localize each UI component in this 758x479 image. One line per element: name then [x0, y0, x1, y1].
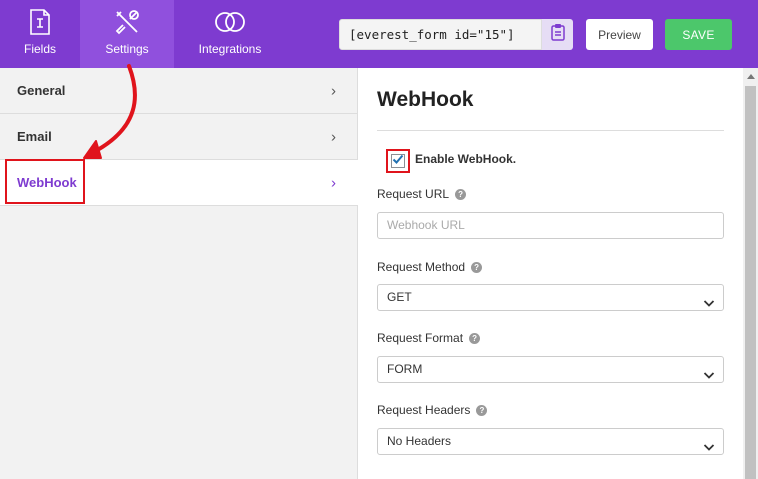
enable-webhook-checkbox[interactable] [391, 154, 405, 168]
scrollbar-thumb[interactable] [745, 86, 756, 479]
save-button[interactable]: SAVE [665, 19, 732, 50]
copy-shortcode-button[interactable] [542, 19, 573, 50]
request-url-label: Request URL ? [377, 187, 467, 201]
sidebar-item-label: Email [17, 129, 52, 144]
request-method-label: Request Method ? [377, 260, 483, 274]
divider [377, 130, 724, 131]
chevron-right-icon: › [331, 174, 336, 191]
clipboard-icon [550, 23, 566, 46]
preview-button[interactable]: Preview [586, 19, 653, 50]
chevron-down-icon [703, 436, 715, 461]
sidebar-item-email[interactable]: Email › [0, 114, 358, 160]
page-title: WebHook [377, 88, 474, 111]
request-headers-select[interactable]: No Headers [377, 428, 724, 455]
checkmark-icon [392, 152, 404, 170]
request-headers-label: Request Headers ? [377, 403, 488, 417]
chevron-right-icon: › [331, 128, 336, 145]
settings-tools-icon [112, 7, 142, 37]
shortcode-field[interactable]: [everest_form id="15"] [339, 19, 542, 50]
tab-integrations[interactable]: Integrations [174, 0, 286, 68]
tab-settings[interactable]: Settings [80, 0, 174, 68]
request-format-label: Request Format ? [377, 331, 481, 345]
request-method-select[interactable]: GET [377, 284, 724, 311]
fields-icon [27, 7, 53, 37]
scroll-up-arrow-icon[interactable] [743, 70, 758, 82]
request-format-select[interactable]: FORM [377, 356, 724, 383]
tab-fields-label: Fields [23, 42, 56, 56]
sidebar-item-label: General [17, 83, 66, 98]
annotation-checkbox-highlight [386, 149, 410, 173]
request-url-input[interactable]: Webhook URL [377, 212, 724, 239]
chevron-down-icon [703, 292, 715, 317]
sidebar-item-general[interactable]: General › [0, 68, 358, 114]
webhook-settings-panel: WebHook Enable WebHook. Request URL ? We… [359, 68, 743, 479]
help-icon[interactable]: ? [476, 404, 488, 416]
scrollbar[interactable] [743, 68, 758, 479]
enable-webhook-label: Enable WebHook. [415, 152, 517, 166]
tab-integrations-label: Integrations [198, 42, 262, 56]
help-icon[interactable]: ? [471, 261, 483, 273]
tab-fields[interactable]: Fields [0, 0, 80, 68]
tab-settings-label: Settings [105, 42, 149, 56]
help-icon[interactable]: ? [455, 188, 467, 200]
settings-sidebar: General › Email › WebHook › [0, 68, 358, 479]
chevron-down-icon [703, 364, 715, 389]
annotation-highlight-box [5, 159, 85, 204]
integrations-rings-icon [213, 7, 247, 37]
chevron-right-icon: › [331, 82, 336, 99]
top-toolbar: Fields Settings Integrations [everest_fo… [0, 0, 758, 68]
help-icon[interactable]: ? [469, 332, 481, 344]
